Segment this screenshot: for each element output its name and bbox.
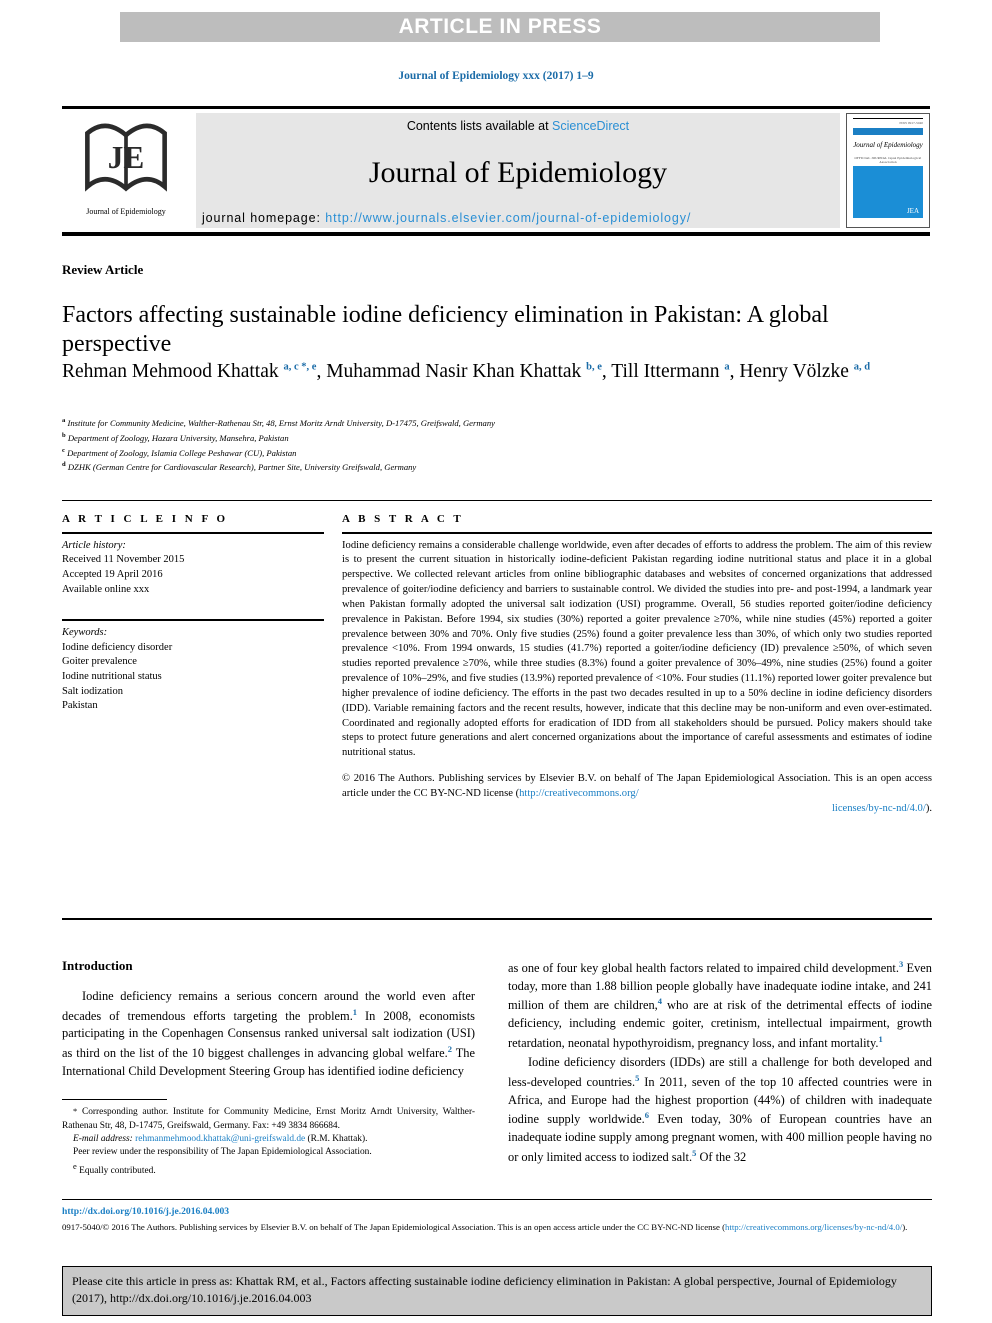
body-left-column: Introduction Iodine deficiency remains a… xyxy=(62,958,475,1178)
issn-text-tail: ). xyxy=(902,1222,908,1232)
cover-issn-label: ISSN 0917-5040 xyxy=(899,121,923,125)
article-info-heading: A R T I C L E I N F O xyxy=(62,513,229,525)
affiliation-mark: a xyxy=(62,417,66,424)
article-info-rule xyxy=(62,532,324,534)
affiliation-list: a Institute for Community Medicine, Walt… xyxy=(62,416,932,475)
affiliation-item: d DZHK (German Centre for Cardiovascular… xyxy=(62,460,932,475)
article-history-item: Accepted 19 April 2016 xyxy=(62,568,163,580)
corresponding-author-text: Corresponding author. Institute for Comm… xyxy=(62,1107,476,1131)
open-book-logo-icon: JE xyxy=(85,123,167,192)
equal-contribution-text: Equally contributed. xyxy=(79,1165,156,1176)
email-suffix: (R.M. Khattak). xyxy=(307,1133,368,1144)
introduction-paragraph: Iodine deficiency remains a serious conc… xyxy=(62,989,475,1078)
article-type-label: Review Article xyxy=(62,262,144,277)
cover-blue-bar xyxy=(853,127,923,135)
affiliation-mark: c xyxy=(62,446,65,454)
affiliation-mark: d xyxy=(62,461,66,469)
abstract-section-top-rule xyxy=(62,500,932,501)
corresponding-author-footnote: * Corresponding author. Institute for Co… xyxy=(62,1105,475,1133)
page-title: Factors affecting sustainable iodine def… xyxy=(62,302,829,358)
introduction-paragraph-continued: as one of four key global health factors… xyxy=(508,959,933,1050)
svg-text:JE: JE xyxy=(108,140,145,175)
affiliation-item: c Department of Zoology, Islamia College… xyxy=(62,446,932,461)
abstract-copyright: © 2016 The Authors. Publishing services … xyxy=(342,772,932,816)
contents-prefix: Contents lists available at xyxy=(406,119,553,133)
cover-top-rule xyxy=(853,118,923,119)
footer-top-rule xyxy=(62,1199,932,1200)
keyword-item: Iodine nutritional status xyxy=(62,671,162,682)
article-in-press-label: ARTICLE IN PRESS xyxy=(398,15,602,38)
copyright-tail: ). xyxy=(925,802,932,814)
affiliation-text: Department of Zoology, Islamia College P… xyxy=(67,447,297,458)
affiliation-item: a Institute for Community Medicine, Walt… xyxy=(62,416,932,431)
equal-contribution-footnote: e Equally contributed. xyxy=(62,1160,475,1178)
equal-contribution-mark: e xyxy=(73,1160,77,1171)
cover-blue-block: JEA xyxy=(853,165,923,218)
email-label: E-mail address: xyxy=(73,1133,133,1144)
journal-reference-line: Journal of Epidemiology xxx (2017) 1–9 xyxy=(398,70,594,82)
keywords-label: Keywords: xyxy=(62,626,108,638)
affiliation-text: DZHK (German Centre for Cardiovascular R… xyxy=(67,462,417,473)
email-link[interactable]: rehmanmehmood.khattak@uni-greifswald.de xyxy=(135,1134,305,1144)
keywords-rule xyxy=(62,619,324,621)
sciencedirect-link[interactable]: ScienceDirect xyxy=(552,119,629,133)
keyword-item: Salt iodization xyxy=(62,685,123,697)
affiliation-item: b Department of Zoology, Hazara Universi… xyxy=(62,431,932,446)
journal-masthead: JE Journal of Epidemiology Contents list… xyxy=(62,106,930,236)
article-history-block: Article history: Received 11 November 20… xyxy=(62,539,324,598)
license-link-part-1[interactable]: http://creativecommons.org/ xyxy=(519,788,639,799)
keyword-item: Pakistan xyxy=(62,700,98,712)
email-footnote: E-mail address: rehmanmehmood.khattak@un… xyxy=(62,1133,475,1146)
issn-text: 0917-5040/© 2016 The Authors. Publishing… xyxy=(62,1222,725,1232)
footnote-block: * Corresponding author. Institute for Co… xyxy=(62,1105,475,1178)
homepage-url-link[interactable]: http://www.journals.elsevier.com/journal… xyxy=(325,211,691,225)
article-history-item: Available online xxx xyxy=(62,583,150,595)
asterisk-icon: * xyxy=(73,1106,78,1117)
journal-logo-caption: Journal of Epidemiology xyxy=(86,207,166,216)
issn-copyright-line: 0917-5040/© 2016 The Authors. Publishing… xyxy=(62,1221,934,1234)
abstract-section-bottom-rule xyxy=(62,918,932,920)
masthead-center-panel: Contents lists available at ScienceDirec… xyxy=(196,113,840,228)
affiliation-text: Institute for Community Medicine, Walthe… xyxy=(67,417,495,428)
keywords-block: Keywords: Iodine deficiency disorder Goi… xyxy=(62,626,324,714)
article-history-item: Received 11 November 2015 xyxy=(62,554,185,566)
homepage-label: journal homepage: xyxy=(202,211,326,225)
journal-title: Journal of Epidemiology xyxy=(368,156,668,189)
abstract-heading: A B S T R A C T xyxy=(342,513,464,525)
contents-available-line: Contents lists available at ScienceDirec… xyxy=(196,119,840,133)
masthead-bottom-rule xyxy=(62,232,930,236)
peer-review-footnote: Peer review under the responsibility of … xyxy=(73,1147,372,1158)
cover-journal-name: Journal of Epidemiology xyxy=(853,140,923,149)
cover-jea-mark: JEA xyxy=(906,206,919,215)
doi-link[interactable]: http://dx.doi.org/10.1016/j.je.2016.04.0… xyxy=(62,1206,229,1217)
author-list: Rehman Mehmood Khattak a, c *, e, Muhamm… xyxy=(62,361,871,382)
footnote-separator-rule xyxy=(62,1099,167,1101)
keyword-item: Goiter prevalence xyxy=(62,656,137,668)
citation-notice-text: Please cite this article in press as: Kh… xyxy=(72,1274,897,1305)
citation-notice-box: Please cite this article in press as: Kh… xyxy=(62,1266,932,1316)
cc-license-link[interactable]: http://creativecommons.org/licenses/by-n… xyxy=(725,1222,902,1232)
body-right-column: as one of four key global health factors… xyxy=(508,958,932,1166)
introduction-heading: Introduction xyxy=(62,958,133,973)
journal-cover-thumbnail: ISSN 0917-5040 Journal of Epidemiology O… xyxy=(846,113,930,228)
article-info-column: A R T I C L E I N F O Article history: R… xyxy=(62,513,324,714)
abstract-body: Iodine deficiency remains a considerable… xyxy=(342,539,932,817)
introduction-paragraph-2: Iodine deficiency disorders (IDDs) are s… xyxy=(508,1055,932,1164)
article-in-press-banner: ARTICLE IN PRESS xyxy=(120,12,880,42)
article-history-label: Article history: xyxy=(62,539,126,551)
cover-association-strip: OFFICIAL JOURNAL Japan Epidemiological A… xyxy=(854,155,922,164)
affiliation-text: Department of Zoology, Hazara University… xyxy=(67,432,289,443)
abstract-rule xyxy=(342,532,932,534)
abstract-text: Iodine deficiency remains a considerable… xyxy=(342,539,932,759)
journal-homepage-line: journal homepage: http://www.journals.el… xyxy=(196,211,840,225)
keyword-item: Iodine deficiency disorder xyxy=(62,641,173,653)
abstract-column: A B S T R A C T Iodine deficiency remain… xyxy=(342,513,932,817)
journal-logo: JE Journal of Epidemiology xyxy=(62,113,190,228)
masthead-top-rule xyxy=(62,106,930,109)
license-link-part-2[interactable]: licenses/by-nc-nd/4.0/ xyxy=(832,803,926,814)
affiliation-mark: b xyxy=(62,431,66,439)
